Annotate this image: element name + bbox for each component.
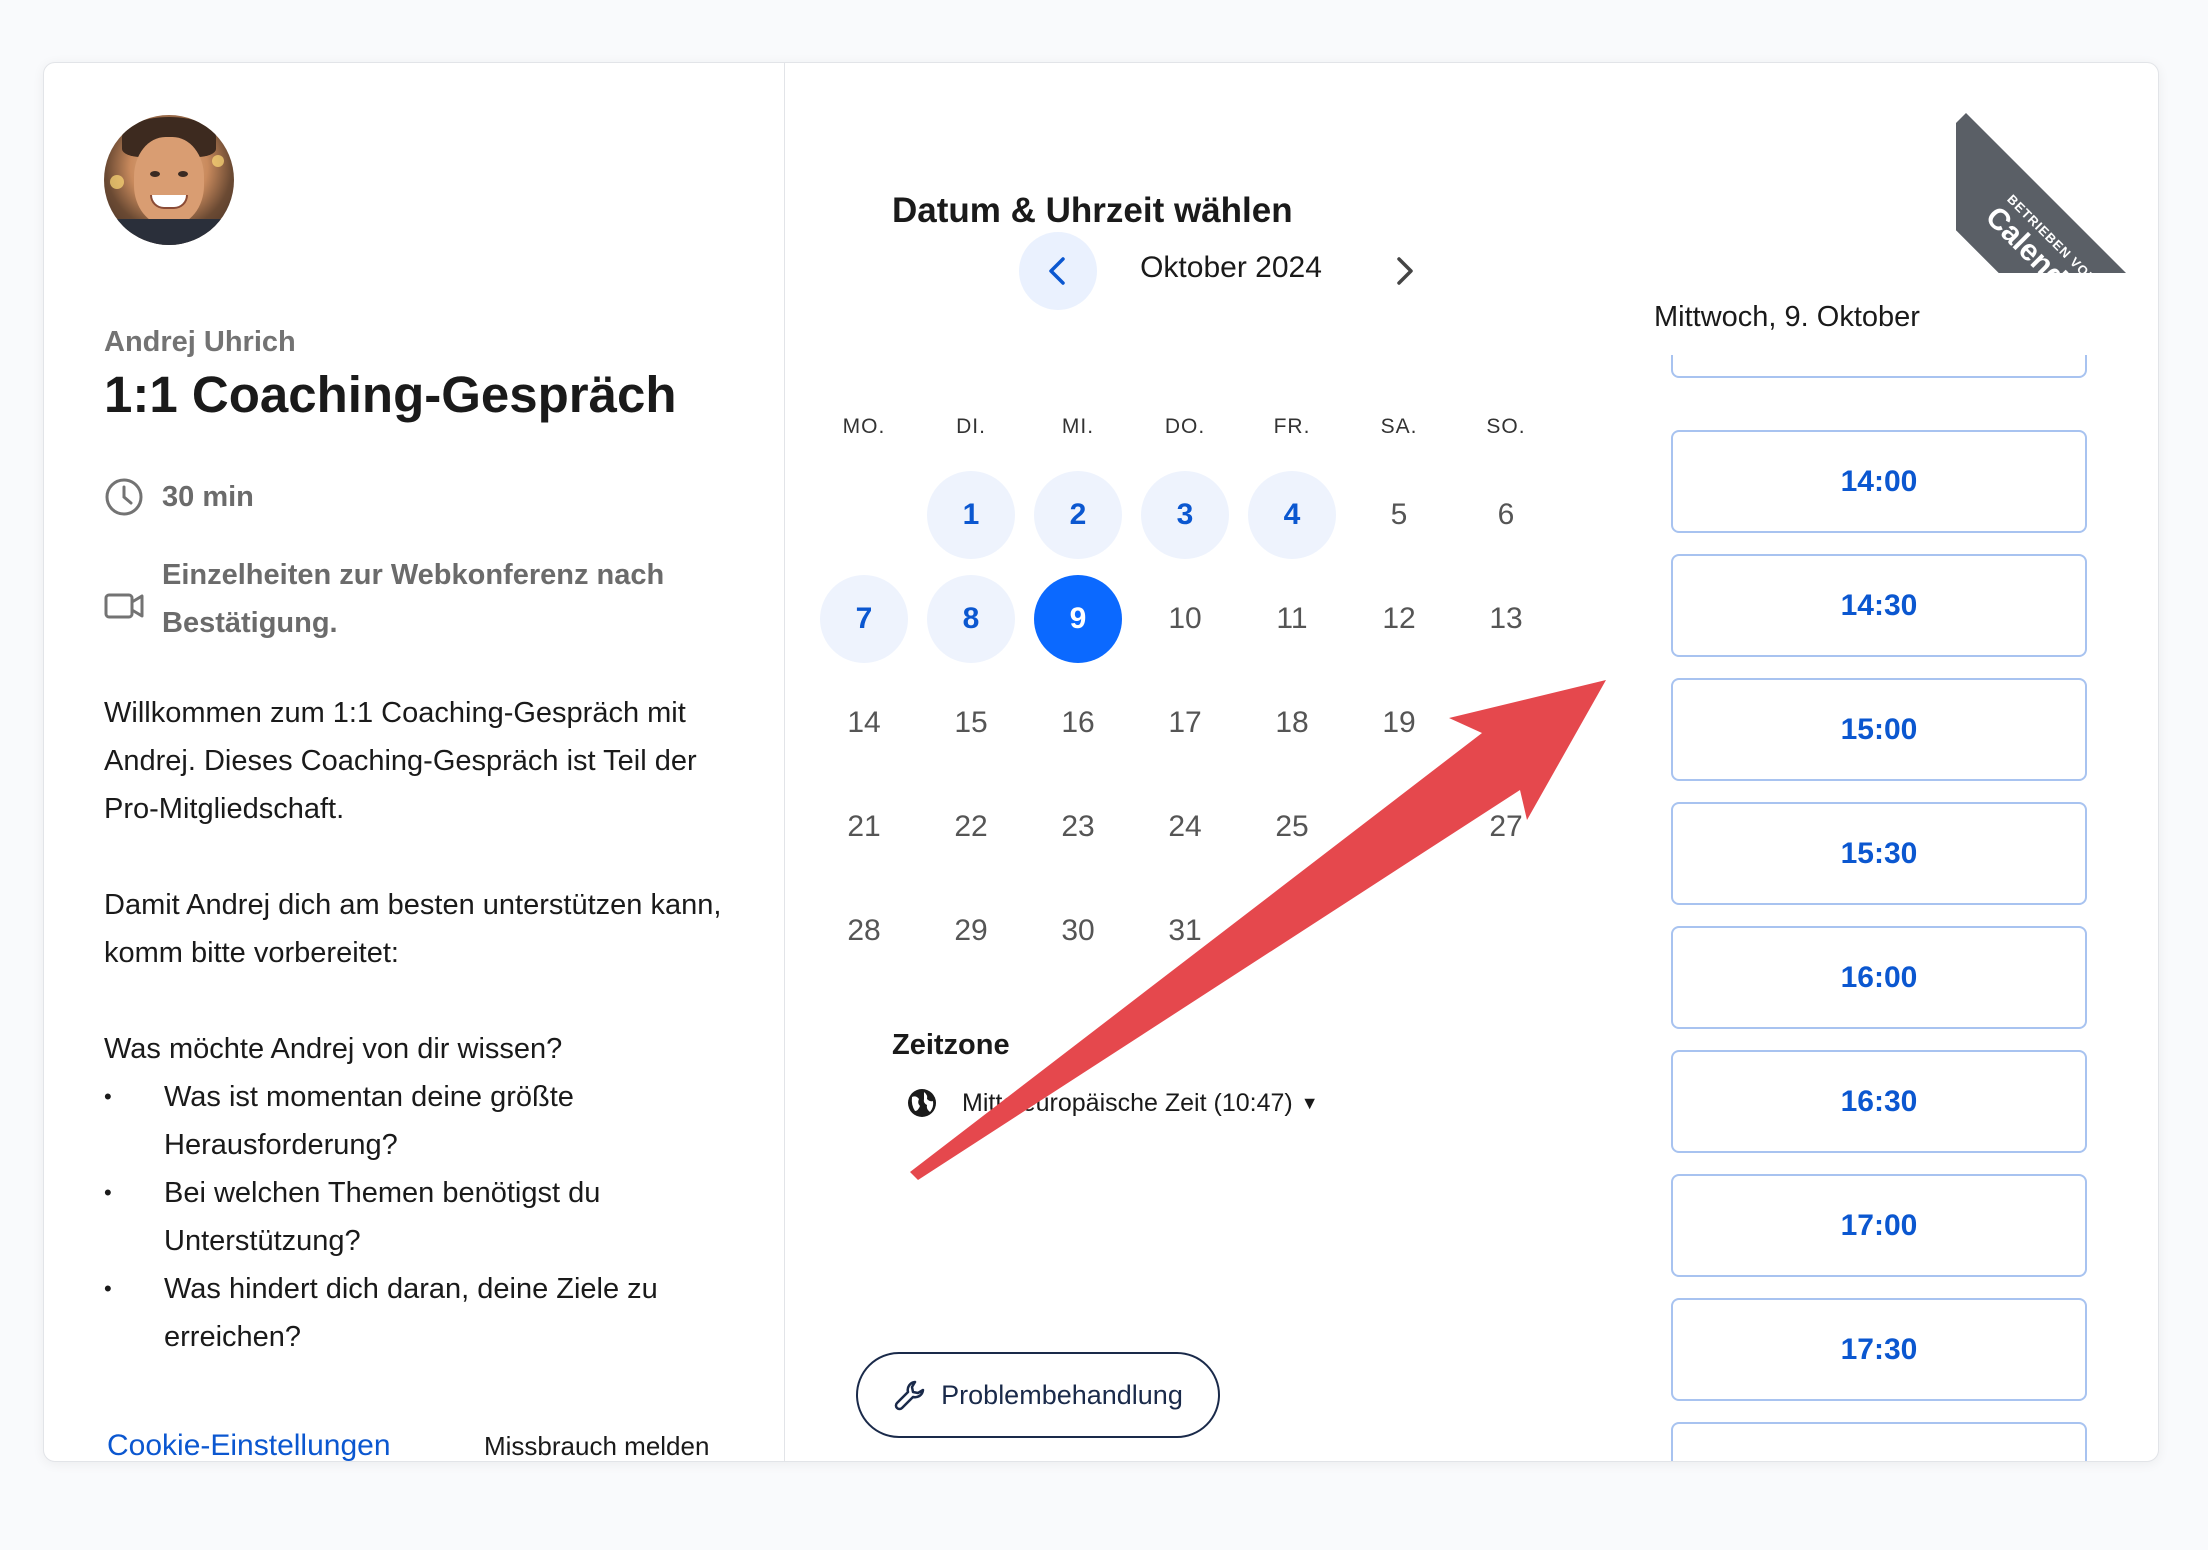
- scheduler-panel: Datum & Uhrzeit wählen Oktober 2024 MO. D…: [786, 63, 2158, 1461]
- host-name: Andrej Uhrich: [104, 326, 296, 358]
- wrench-icon: [894, 1380, 925, 1411]
- calendar-day: 23: [1061, 810, 1095, 843]
- calendar-day: 24: [1168, 810, 1202, 843]
- calendar-day: 31: [1168, 914, 1202, 947]
- time-slot-list[interactable]: 14:00 14:30 15:00 15:30 16:00 16:30 17:00 17:30…: [1671, 355, 2101, 1461]
- chevron-right-icon: [1397, 257, 1413, 285]
- question-list: Was ist momentan deine größte Herausford…: [104, 1073, 744, 1361]
- duration-row: 30 min: [104, 477, 254, 517]
- calendar-day[interactable]: 8: [927, 575, 1015, 663]
- next-month-button[interactable]: [1365, 232, 1443, 310]
- calendar-day: 26: [1382, 810, 1416, 843]
- time-slot-button[interactable]: 14:30: [1671, 554, 2087, 657]
- calendar-day: 19: [1382, 706, 1416, 739]
- calendar-day: 20: [1489, 706, 1523, 739]
- calendar-day: 18: [1275, 706, 1309, 739]
- clock-icon: [105, 478, 143, 516]
- video-camera-icon: [104, 593, 144, 619]
- calendar-day-selected[interactable]: 9: [1034, 575, 1122, 663]
- cookie-settings-link[interactable]: Cookie-Einstellungen: [107, 1429, 391, 1461]
- calendar-day: 25: [1275, 810, 1309, 843]
- time-slot-button[interactable]: 15:30: [1671, 802, 2087, 905]
- calendar-day: 16: [1061, 706, 1095, 739]
- calendar-day: 17: [1168, 706, 1202, 739]
- timezone-value: Mitteleuropäische Zeit (10:47): [962, 1089, 1293, 1117]
- time-slot-button[interactable]: 14:00: [1671, 430, 2087, 533]
- previous-month-button[interactable]: [1019, 232, 1097, 310]
- description-paragraph: Willkommen zum 1:1 Coaching-Gespräch mit…: [104, 697, 697, 825]
- calendar-day: 22: [954, 810, 988, 843]
- chevron-left-icon: [1049, 257, 1065, 285]
- weekday-label: MI.: [1061, 415, 1095, 438]
- calendar-day: 5: [1390, 498, 1408, 531]
- weekday-label: DI.: [956, 415, 986, 438]
- calendar-day: 15: [954, 706, 988, 739]
- section-title: Datum & Uhrzeit wählen: [892, 191, 1293, 230]
- calendar-day[interactable]: 2: [1034, 471, 1122, 559]
- list-item: Bei welchen Themen benötigst du Unterstü…: [104, 1169, 744, 1265]
- calendar-day: 14: [847, 706, 881, 739]
- time-slot-button[interactable]: 18:00: [1671, 1422, 2087, 1461]
- time-slot-button[interactable]: 17:30: [1671, 1298, 2087, 1401]
- calendar-day: 29: [954, 914, 988, 947]
- calendar-day: 11: [1276, 602, 1308, 635]
- month-label: Oktober 2024: [1140, 251, 1322, 284]
- time-slot-button[interactable]: 16:00: [1671, 926, 2087, 1029]
- list-item: Was ist momentan deine größte Herausford…: [104, 1073, 744, 1169]
- event-description: Willkommen zum 1:1 Coaching-Gespräch mit…: [104, 689, 744, 1361]
- weekday-label: DO.: [1164, 415, 1206, 438]
- calendar-day: 13: [1489, 602, 1523, 635]
- booking-card: Andrej Uhrich 1:1 Coaching-Gespräch 30 m…: [43, 62, 2159, 1462]
- troubleshooting-label: Problembehandlung: [941, 1379, 1183, 1410]
- calendar-day: 21: [847, 810, 881, 843]
- description-paragraph: Damit Andrej dich am besten unterstützen…: [104, 889, 722, 969]
- conference-row: Einzelheiten zur Webkonferenz nach Bestä…: [104, 551, 722, 647]
- calendar-day: 28: [847, 914, 881, 947]
- event-title: 1:1 Coaching-Gespräch: [104, 366, 677, 423]
- time-slot-button[interactable]: 16:30: [1671, 1050, 2087, 1153]
- time-slot-partial[interactable]: [1671, 355, 2087, 378]
- time-slot-button[interactable]: 15:00: [1671, 678, 2087, 781]
- calendar-day: 6: [1497, 498, 1515, 531]
- calendar-day: 10: [1168, 602, 1202, 635]
- weekday-label: SO.: [1486, 415, 1526, 438]
- weekday-label: SA.: [1380, 415, 1418, 438]
- selected-day-heading: Mittwoch, 9. Oktober: [1654, 301, 1920, 333]
- time-slot-button[interactable]: 17:00: [1671, 1174, 2087, 1277]
- caret-down-icon: ▼: [1300, 1093, 1319, 1113]
- question-heading: Was möchte Andrej von dir wissen?: [104, 1033, 563, 1065]
- weekday-label: MO.: [842, 415, 886, 438]
- list-item: Was hindert dich daran, deine Ziele zu e…: [104, 1265, 744, 1361]
- troubleshooting-button[interactable]: Problembehandlung: [856, 1352, 1220, 1438]
- calendar-day: 30: [1061, 914, 1095, 947]
- calendar-day[interactable]: 3: [1141, 471, 1229, 559]
- timezone-label: Zeitzone: [892, 1029, 1010, 1061]
- duration-text: 30 min: [162, 481, 254, 513]
- badge-ribbon: BETRIEBEN VON Calendly: [1956, 113, 2158, 273]
- conference-text: Einzelheiten zur Webkonferenz nach Bestä…: [162, 559, 665, 639]
- calendar-day[interactable]: 7: [820, 575, 908, 663]
- calendar-day: 12: [1382, 602, 1416, 635]
- event-details-panel: Andrej Uhrich 1:1 Coaching-Gespräch 30 m…: [44, 63, 785, 1461]
- calendar-day[interactable]: 1: [927, 471, 1015, 559]
- avatar: [104, 115, 234, 245]
- globe-icon: [908, 1089, 936, 1117]
- weekday-label: FR.: [1273, 415, 1311, 438]
- calendar-day[interactable]: 4: [1248, 471, 1336, 559]
- calendar-day: 27: [1489, 810, 1523, 843]
- report-abuse-link[interactable]: Missbrauch melden: [484, 1431, 709, 1461]
- timezone-select[interactable]: Mitteleuropäische Zeit (10:47) ▼: [962, 1089, 1319, 1118]
- powered-by-badge[interactable]: BETRIEBEN VON Calendly: [1956, 63, 2158, 273]
